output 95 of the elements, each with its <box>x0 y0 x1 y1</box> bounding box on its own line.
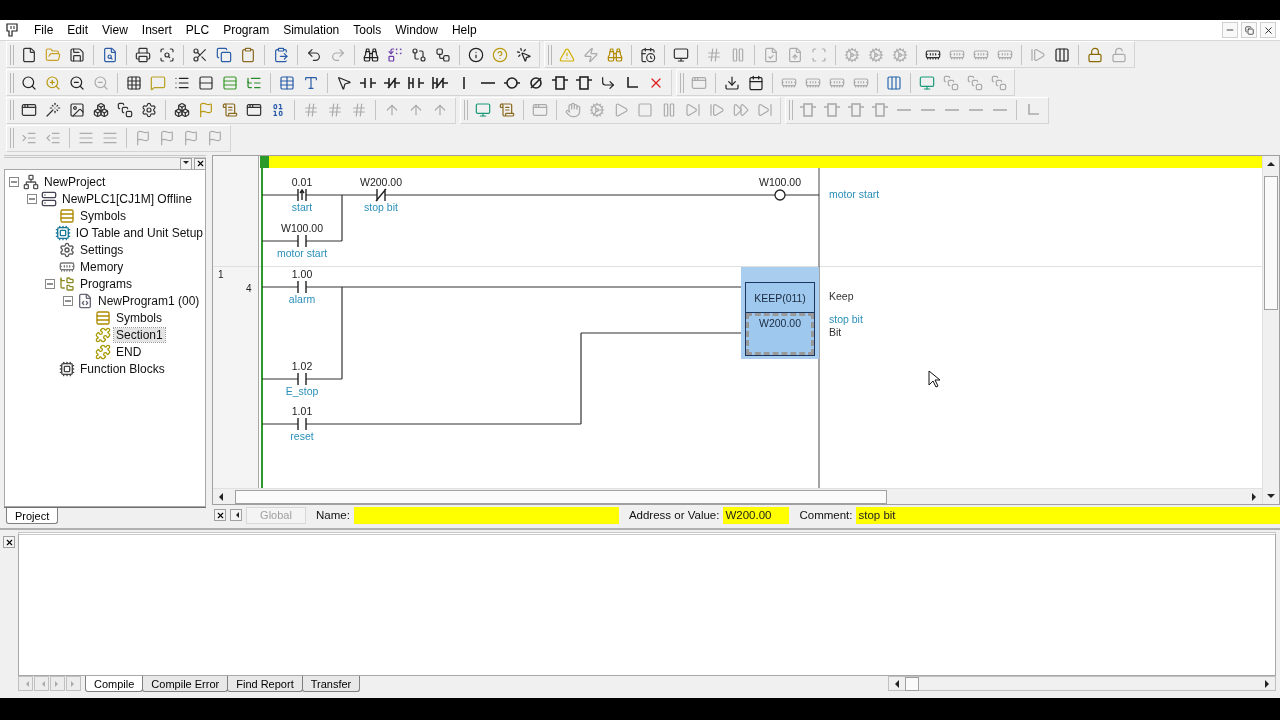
tree-item[interactable]: IO Table and Unit Setup <box>73 225 205 240</box>
dropdown-button[interactable] <box>180 157 192 170</box>
vertical-scrollbar[interactable] <box>1262 156 1279 504</box>
close-button[interactable] <box>1260 22 1276 38</box>
close-button[interactable] <box>194 157 206 170</box>
contact-address: 0.01 <box>291 176 313 188</box>
chip-icon <box>59 360 75 377</box>
contact-symbol[interactable] <box>297 281 307 293</box>
contact-comment: start <box>291 201 313 213</box>
panel-tab[interactable]: Project <box>6 508 59 524</box>
contact-symbol[interactable] <box>297 418 307 430</box>
close-button[interactable] <box>214 509 226 521</box>
tree-item[interactable]: NewProject <box>42 174 108 189</box>
rows-icon <box>59 207 75 224</box>
menu-item[interactable]: Window <box>388 20 445 40</box>
code-file-icon <box>77 292 93 309</box>
tree-item[interactable]: NewProgram1 (00) <box>96 293 202 308</box>
collapse-icon[interactable] <box>63 295 73 306</box>
tree-item[interactable]: Symbols <box>78 208 128 223</box>
contact-comment: alarm <box>288 293 316 305</box>
rung-number: 1 <box>218 269 224 280</box>
next-tab-button[interactable] <box>50 676 65 691</box>
first-tab-button[interactable] <box>18 676 33 691</box>
field-label: Name: <box>316 509 350 521</box>
output-tab[interactable]: Find Report <box>227 676 303 692</box>
tree-item[interactable]: NewPLC1[CJ1M] Offline <box>60 191 194 206</box>
tree-item[interactable]: Function Blocks <box>78 361 167 376</box>
step-number: 4 <box>246 283 252 294</box>
menu-item[interactable]: Help <box>444 20 484 40</box>
menu-item[interactable]: File <box>27 20 61 40</box>
name-field[interactable] <box>353 506 619 524</box>
tree-item[interactable]: Symbols <box>114 310 164 325</box>
collapse-icon[interactable] <box>9 176 19 187</box>
menu-item[interactable]: Simulation <box>276 20 347 40</box>
contact-address: W100.00 <box>281 222 323 234</box>
output-label: Keep <box>829 290 854 302</box>
horizontal-scrollbar[interactable] <box>213 488 1262 504</box>
close-icon <box>1262 24 1274 36</box>
contact-symbol[interactable] <box>297 373 307 385</box>
tree-item[interactable]: END <box>114 344 144 359</box>
puzzle-icon <box>95 326 111 343</box>
menu-item[interactable]: Edit <box>60 20 96 40</box>
menu-item[interactable]: PLC <box>178 20 217 40</box>
contact-address: 1.00 <box>291 268 313 280</box>
menu-item[interactable]: Insert <box>134 20 179 40</box>
contact-address: W200.00 <box>360 176 402 188</box>
contact-comment: motor start <box>276 247 328 259</box>
tree-item[interactable]: Section1 <box>114 327 165 342</box>
output-tab[interactable]: Compile <box>85 676 144 692</box>
closed-contact-symbol[interactable] <box>376 189 386 201</box>
contact-comment: E_stop <box>285 385 319 397</box>
rows-icon <box>95 309 111 326</box>
tree-item[interactable]: Settings <box>78 242 126 257</box>
menu-item[interactable]: Program <box>216 20 277 40</box>
settings-icon <box>59 241 75 258</box>
operand-address: W200.00 <box>746 313 814 355</box>
rising-edge-contact-symbol[interactable] <box>297 189 307 201</box>
scroll-left-button[interactable] <box>230 509 242 521</box>
output-tab[interactable]: Compile Error <box>142 676 229 692</box>
output-comment: stop bit <box>829 313 863 325</box>
contact-comment: stop bit <box>364 201 398 213</box>
folder-tree-icon <box>59 275 75 292</box>
contact-comment: reset <box>290 430 314 442</box>
output-tab[interactable]: Transfer <box>301 676 361 692</box>
network-icon <box>23 173 39 190</box>
restore-button[interactable] <box>1241 22 1257 38</box>
contact-address: 1.01 <box>291 405 313 417</box>
menu-item[interactable]: View <box>95 20 135 40</box>
close-button[interactable] <box>3 536 15 548</box>
output-comment: motor start <box>829 188 880 200</box>
contact-address: 1.02 <box>291 360 313 372</box>
field-label: Address or Value: <box>628 509 720 521</box>
coil-symbol[interactable] <box>774 189 786 201</box>
server-icon <box>41 190 57 207</box>
minimize-button[interactable] <box>1222 22 1238 38</box>
last-tab-button[interactable] <box>66 676 81 691</box>
coil-address: W100.00 <box>759 176 801 188</box>
collapse-icon[interactable] <box>27 193 37 204</box>
chip-icon <box>54 224 71 241</box>
restore-icon <box>1244 25 1254 35</box>
horizontal-scrollbar[interactable] <box>888 676 1276 691</box>
contact-symbol[interactable] <box>297 235 307 247</box>
collapse-icon[interactable] <box>45 278 55 289</box>
output-label: Bit <box>829 326 842 338</box>
instruction-block[interactable]: KEEP(011) W200.00 <box>745 282 815 356</box>
field-label: Comment: <box>799 509 853 521</box>
address-field[interactable]: W200.00 <box>723 506 790 524</box>
tree-item[interactable]: Memory <box>78 259 126 274</box>
puzzle-icon <box>95 343 111 360</box>
previous-tab-button[interactable] <box>34 676 49 691</box>
mouse-pointer-icon <box>928 370 940 388</box>
menu-item[interactable]: Tools <box>346 20 389 40</box>
instruction-mnemonic: KEEP(011) <box>746 283 814 313</box>
comment-field[interactable]: stop bit <box>856 506 1280 524</box>
tree-item[interactable]: Programs <box>78 276 134 291</box>
